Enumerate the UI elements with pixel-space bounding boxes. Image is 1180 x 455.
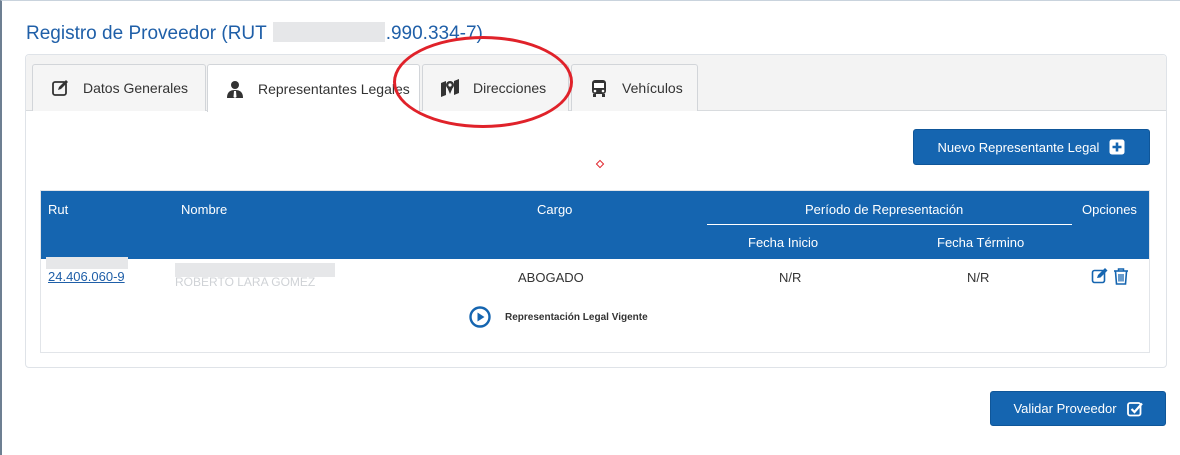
new-representative-label: Nuevo Representante Legal [937, 139, 1100, 155]
trash-icon[interactable] [1112, 267, 1130, 285]
fecha-termino-cell: N/R [967, 270, 990, 285]
tab-vehiculos[interactable]: Vehículos [571, 64, 698, 111]
edit-icon [51, 79, 69, 97]
validate-provider-label: Validar Proveedor [1013, 401, 1117, 416]
tab-label: Vehículos [622, 80, 683, 96]
status-text: Representación Legal Vigente [505, 311, 648, 323]
play-circle-icon [469, 306, 491, 328]
representatives-table: Rut Nombre Cargo Período de Representaci… [40, 190, 1150, 353]
redacted-rut [272, 22, 385, 42]
status-indicator: Representación Legal Vigente [469, 306, 648, 328]
col-nombre: Nombre [181, 202, 228, 217]
row-options [1091, 267, 1130, 285]
col-periodo: Período de Representación [805, 202, 964, 217]
check-square-icon [1126, 401, 1143, 417]
tab-datos-generales[interactable]: Datos Generales [32, 64, 206, 111]
rut-link[interactable]: 24.406.060-9 [48, 269, 125, 284]
cargo-cell: ABOGADO [518, 270, 584, 285]
table-header: Rut Nombre Cargo Período de Representaci… [41, 191, 1149, 259]
page-title-prefix: Registro de Proveedor (RUT [26, 23, 272, 44]
validate-provider-button[interactable]: Validar Proveedor [990, 391, 1166, 426]
red-highlight-circle [393, 36, 573, 128]
fecha-inicio-cell: N/R [779, 270, 802, 285]
tab-representantes-legales[interactable]: Representantes Legales [207, 64, 420, 112]
redaction-mask [46, 257, 128, 269]
page-title: Registro de Proveedor (RUT .990.334-7) [26, 22, 483, 45]
user-tie-icon [226, 80, 244, 98]
new-representative-button[interactable]: Nuevo Representante Legal [913, 129, 1150, 165]
name-redaction-mask [175, 263, 335, 277]
col-opciones: Opciones [1082, 202, 1137, 217]
tab-label: Representantes Legales [258, 80, 410, 97]
col-rut: Rut [48, 202, 69, 217]
edit-icon[interactable] [1091, 267, 1109, 285]
tab-label: Datos Generales [83, 80, 189, 96]
col-fecha-inicio: Fecha Inicio [748, 235, 819, 250]
plus-square-icon [1109, 139, 1125, 155]
col-cargo: Cargo [537, 202, 573, 217]
header-divider [707, 224, 1072, 225]
col-fecha-termino: Fecha Término [937, 235, 1025, 250]
bus-icon [590, 79, 608, 97]
tab-bar: Datos Generales Representantes Legales D… [26, 55, 1166, 112]
